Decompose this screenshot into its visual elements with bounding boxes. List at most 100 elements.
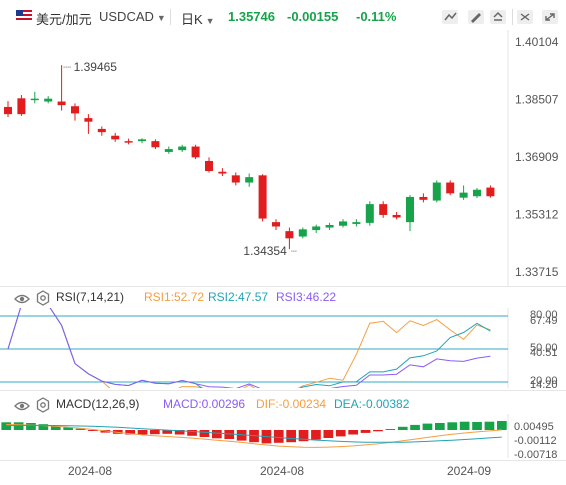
candle[interactable] — [57, 101, 66, 106]
candle[interactable] — [151, 141, 160, 148]
candlestick-chart[interactable]: 1.40104 1.38507 1.36909 1.35312 1.33715 1.39… — [0, 30, 566, 286]
macd-axis-top: 0.00495 — [514, 421, 554, 433]
candle[interactable] — [164, 149, 173, 152]
rsi-level-40: 40.51 — [530, 347, 558, 359]
candle[interactable] — [392, 214, 401, 218]
macd-bar — [397, 426, 408, 430]
rsi2-value: RSI2:47.57 — [208, 290, 269, 304]
price-axis-label: 1.35312 — [515, 208, 559, 222]
us-flag-icon — [16, 10, 32, 22]
rsi-level-14: 14.20 — [530, 379, 558, 388]
candle[interactable] — [124, 141, 133, 143]
candle[interactable] — [44, 98, 53, 102]
time-axis: 2024-08 2024-08 2024-09 — [0, 462, 508, 482]
macd-bar — [335, 430, 346, 437]
candle[interactable] — [191, 146, 200, 158]
candle[interactable] — [285, 231, 294, 239]
rsi3-line — [7, 308, 491, 388]
fullscreen-icon[interactable] — [515, 8, 535, 26]
candle[interactable] — [4, 106, 12, 115]
rsi1-line — [7, 308, 491, 388]
candle[interactable] — [365, 204, 374, 223]
candle[interactable] — [205, 160, 213, 172]
macd-value: MACD:0.00296 — [163, 397, 246, 411]
macd-chart[interactable]: 0.00495 -0.00112 -0.00718 — [0, 414, 566, 458]
candle[interactable] — [138, 139, 146, 142]
symbol-name[interactable]: 美元/加元 — [36, 9, 92, 28]
candle[interactable] — [459, 192, 468, 198]
candle[interactable] — [178, 146, 187, 151]
candle[interactable] — [84, 118, 93, 122]
macd-bar — [348, 430, 358, 435]
low-price-label: 1.34354 — [243, 244, 287, 258]
settings-icon[interactable] — [488, 8, 508, 26]
pane-divider — [0, 286, 566, 287]
macd-bar — [360, 430, 371, 433]
macd-bar — [13, 422, 24, 430]
candle[interactable] — [419, 196, 428, 200]
macd-bar — [447, 422, 458, 430]
candle[interactable] — [97, 128, 106, 133]
price-axis-label: 1.36909 — [515, 150, 559, 164]
macd-bar — [150, 430, 160, 435]
toolbar: 美元/加元 USDCAD ▼ 日K ▼ 1.35746 -0.00155 -0.11… — [0, 0, 566, 34]
divider — [170, 9, 171, 25]
candle[interactable] — [446, 182, 455, 194]
indicator-icon[interactable] — [440, 8, 460, 26]
candle[interactable] — [298, 229, 307, 237]
candle[interactable] — [352, 222, 361, 224]
macd-bar — [410, 424, 420, 430]
rsi-chart[interactable]: 80.00 67.49 50.00 40.51 20.00 14.20 — [0, 308, 566, 388]
expand-icon[interactable] — [540, 8, 560, 26]
candle[interactable] — [432, 182, 441, 201]
candle[interactable] — [339, 221, 347, 226]
high-price-label: 1.39465 — [74, 60, 118, 74]
rsi3-value: RSI3:46.22 — [276, 290, 337, 304]
candle[interactable] — [258, 175, 267, 219]
macd-axis-bottom: -0.00718 — [514, 449, 557, 458]
settings-icon[interactable] — [36, 397, 50, 413]
macd-bar — [1, 422, 12, 430]
macd-bar — [385, 429, 396, 430]
macd-bar — [497, 421, 507, 430]
symbol-code[interactable]: USDCAD ▼ — [99, 9, 166, 24]
candle[interactable] — [379, 204, 388, 215]
candle[interactable] — [245, 177, 254, 183]
candle[interactable] — [111, 135, 120, 140]
price-change-percent: -0.11% — [356, 9, 397, 24]
macd-bar — [472, 422, 482, 430]
rsi-title: RSI(7,14,21) — [56, 290, 125, 304]
macd-bar — [212, 430, 222, 439]
candle[interactable] — [218, 171, 227, 174]
macd-bar — [422, 423, 433, 430]
eye-icon[interactable] — [14, 398, 30, 414]
macd-bar — [373, 430, 383, 432]
timeframe-selector[interactable]: 日K ▼ — [181, 9, 215, 28]
last-price: 1.35746 — [228, 9, 275, 24]
pane-divider — [0, 390, 566, 391]
candle[interactable] — [272, 222, 280, 227]
macd-bar — [199, 430, 210, 437]
candle[interactable] — [325, 225, 334, 228]
time-label: 2024-08 — [68, 464, 113, 478]
candle[interactable] — [486, 187, 495, 197]
rsi2-line — [7, 308, 491, 388]
eye-icon[interactable] — [14, 291, 30, 307]
candle[interactable] — [71, 106, 79, 114]
candle[interactable] — [312, 226, 321, 231]
candle[interactable] — [17, 98, 26, 115]
draw-tool-icon[interactable] — [466, 8, 486, 26]
macd-bar — [459, 421, 470, 430]
pane-divider — [0, 460, 566, 461]
divider — [512, 9, 513, 25]
price-axis-label: 1.40104 — [515, 35, 559, 49]
rsi1-value: RSI1:52.72 — [144, 290, 205, 304]
candle[interactable] — [231, 175, 240, 183]
candle[interactable] — [406, 196, 414, 223]
dif-value: DIF:-0.00234 — [256, 397, 327, 411]
dea-value: DEA:-0.00382 — [334, 397, 410, 411]
settings-icon[interactable] — [36, 290, 50, 306]
macd-bar — [435, 423, 445, 430]
candle[interactable] — [30, 98, 39, 101]
candle[interactable] — [473, 189, 481, 197]
